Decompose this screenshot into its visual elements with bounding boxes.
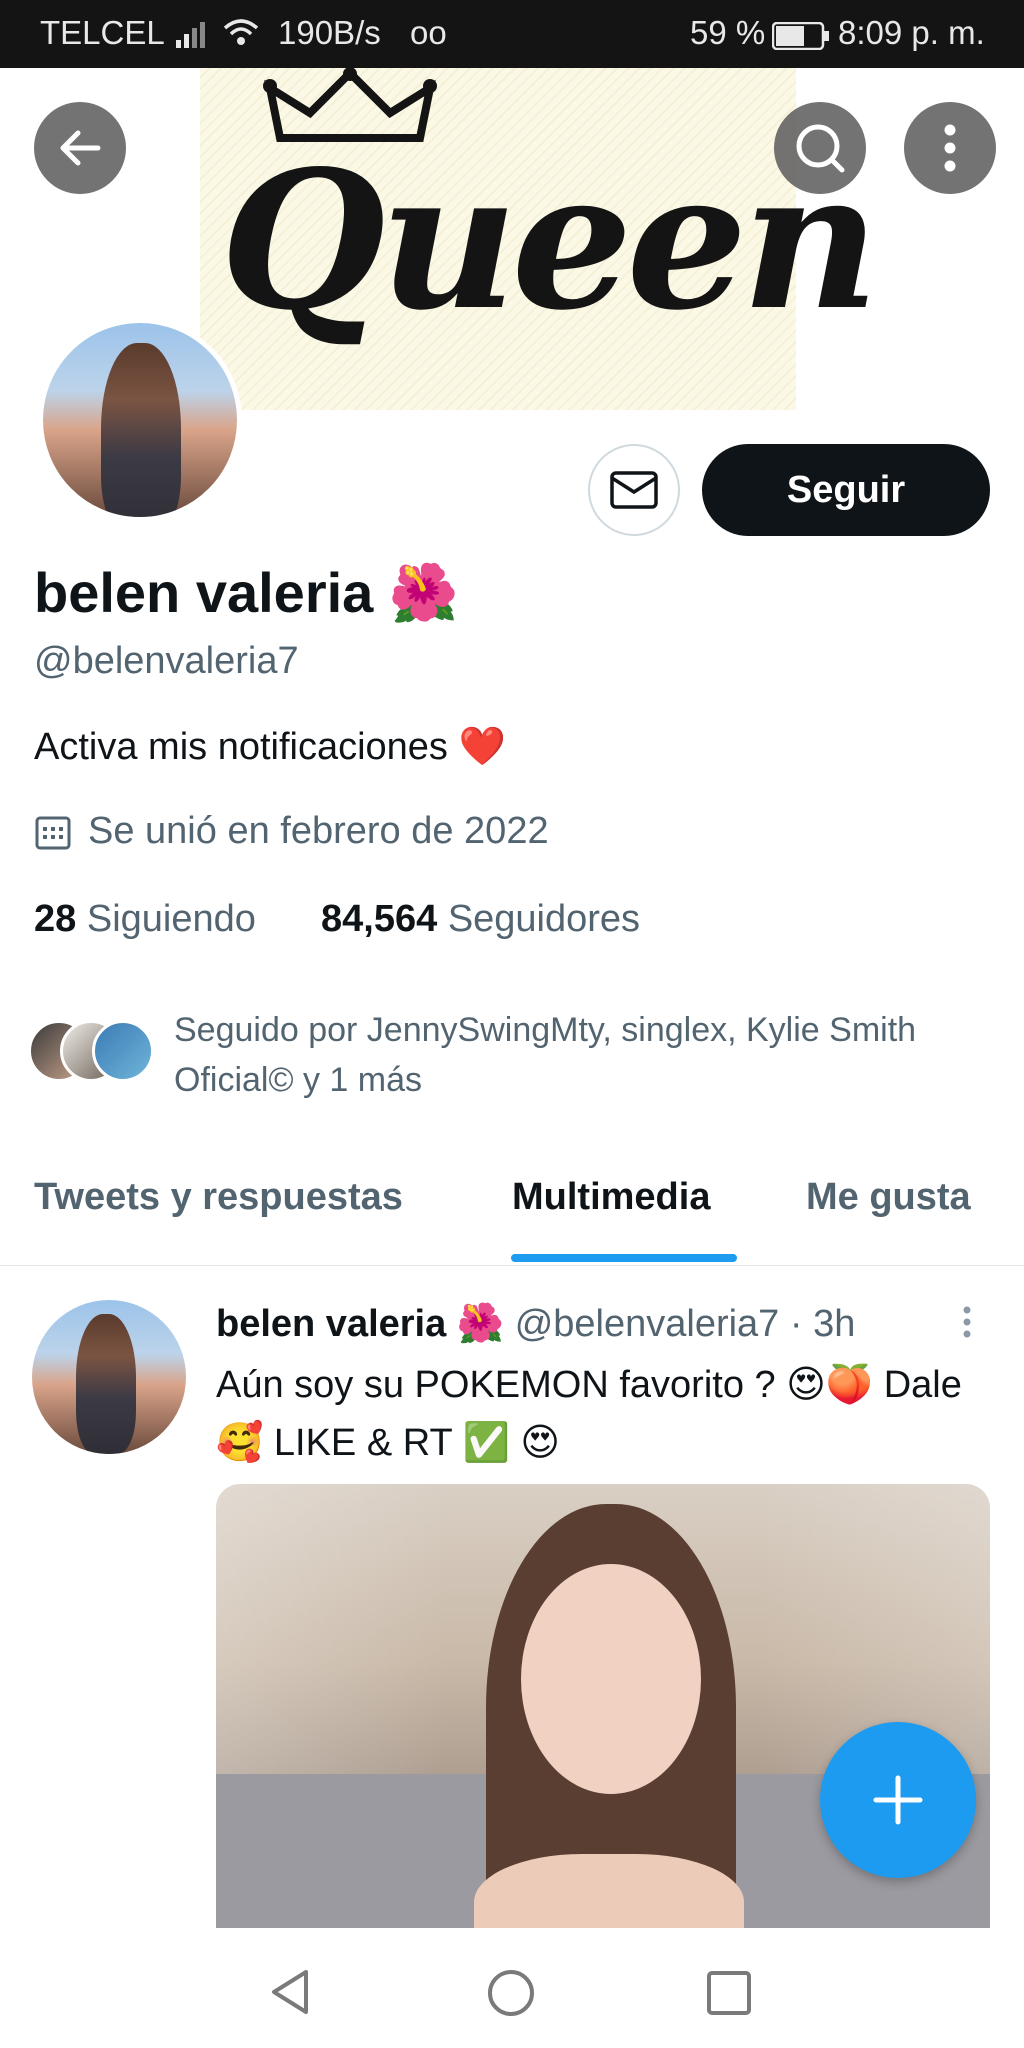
more-vertical-icon — [963, 1306, 971, 1338]
follow-button[interactable]: Seguir — [702, 444, 990, 536]
profile-stats: 28 Siguiendo 84,564 Seguidores — [34, 898, 640, 941]
nav-back-icon[interactable] — [268, 1968, 312, 2016]
followers-label: Seguidores — [447, 898, 641, 940]
following-label: Siguiendo — [86, 898, 256, 940]
followed-by[interactable]: Seguido por JennySwingMty, singlex, Kyli… — [28, 1005, 1008, 1115]
envelope-icon — [610, 471, 658, 509]
nav-home-icon[interactable] — [486, 1968, 536, 2018]
followed-by-text: Seguido por JennySwingMty, singlex, Kyli… — [174, 1011, 917, 1099]
profile-avatar[interactable] — [38, 318, 242, 522]
plus-icon — [873, 1775, 923, 1825]
tweet-avatar[interactable] — [32, 1300, 186, 1454]
battery-icon — [771, 20, 830, 58]
tweet-author-name: belen valeria 🌺 — [216, 1303, 505, 1345]
message-button[interactable] — [588, 444, 680, 536]
profile-bio: Activa mis notificaciones ❤️ — [34, 726, 506, 768]
tweet-more-button[interactable] — [952, 1304, 982, 1344]
following-link[interactable]: 28 Siguiendo — [34, 898, 256, 940]
join-date: Se unió en febrero de 2022 — [34, 810, 549, 853]
carrier-label: TELCEL — [40, 14, 165, 51]
banner-text: Queen — [220, 129, 880, 352]
followers-link[interactable]: 84,564 Seguidores — [321, 898, 640, 940]
calendar-icon — [35, 816, 71, 849]
tweet-meta: @belenvaleria7 · 3h — [514, 1303, 856, 1345]
network-speed: 190B/s — [278, 14, 381, 51]
tab-likes[interactable]: Me gusta — [806, 1176, 971, 1219]
followers-count: 84,564 — [321, 898, 438, 940]
profile-handle: @belenvaleria7 — [34, 640, 299, 682]
tweet-header: belen valeria 🌺 @belenvaleria7 · 3h — [216, 1302, 855, 1346]
join-date-text: Se unió en febrero de 2022 — [88, 810, 549, 852]
status-bar: TELCEL 190B/s oo 59 % 8:09 p. m. — [0, 0, 1024, 68]
tab-media[interactable]: Multimedia — [512, 1176, 710, 1219]
banner-image: Queen — [200, 68, 880, 410]
profile-name: belen valeria 🌺 — [34, 561, 459, 624]
battery-percent: 59 % — [690, 14, 766, 51]
compose-tweet-button[interactable] — [820, 1722, 976, 1878]
following-count: 28 — [34, 898, 77, 940]
search-button[interactable] — [774, 102, 866, 194]
active-tab-indicator — [511, 1254, 737, 1262]
voicemail-icon: oo — [410, 14, 447, 51]
signal-icon — [176, 18, 210, 56]
more-options-button[interactable] — [904, 102, 996, 194]
tab-tweets-replies[interactable]: Tweets y respuestas — [34, 1176, 403, 1219]
tweet-text: Aún soy su POKEMON favorito ? 😍🍑 Dale 🥰 … — [216, 1364, 962, 1464]
system-nav-bar — [0, 1928, 1024, 2048]
follower-avatar — [92, 1020, 154, 1082]
search-icon — [796, 124, 845, 173]
clock: 8:09 p. m. — [838, 14, 985, 51]
nav-recents-icon[interactable] — [706, 1970, 752, 2016]
wifi-icon — [222, 16, 260, 56]
back-button[interactable] — [34, 102, 126, 194]
more-vertical-icon — [944, 124, 956, 172]
arrow-left-icon — [60, 130, 101, 166]
profile-tabs: Tweets y respuestas Multimedia Me gusta — [0, 1140, 1024, 1266]
